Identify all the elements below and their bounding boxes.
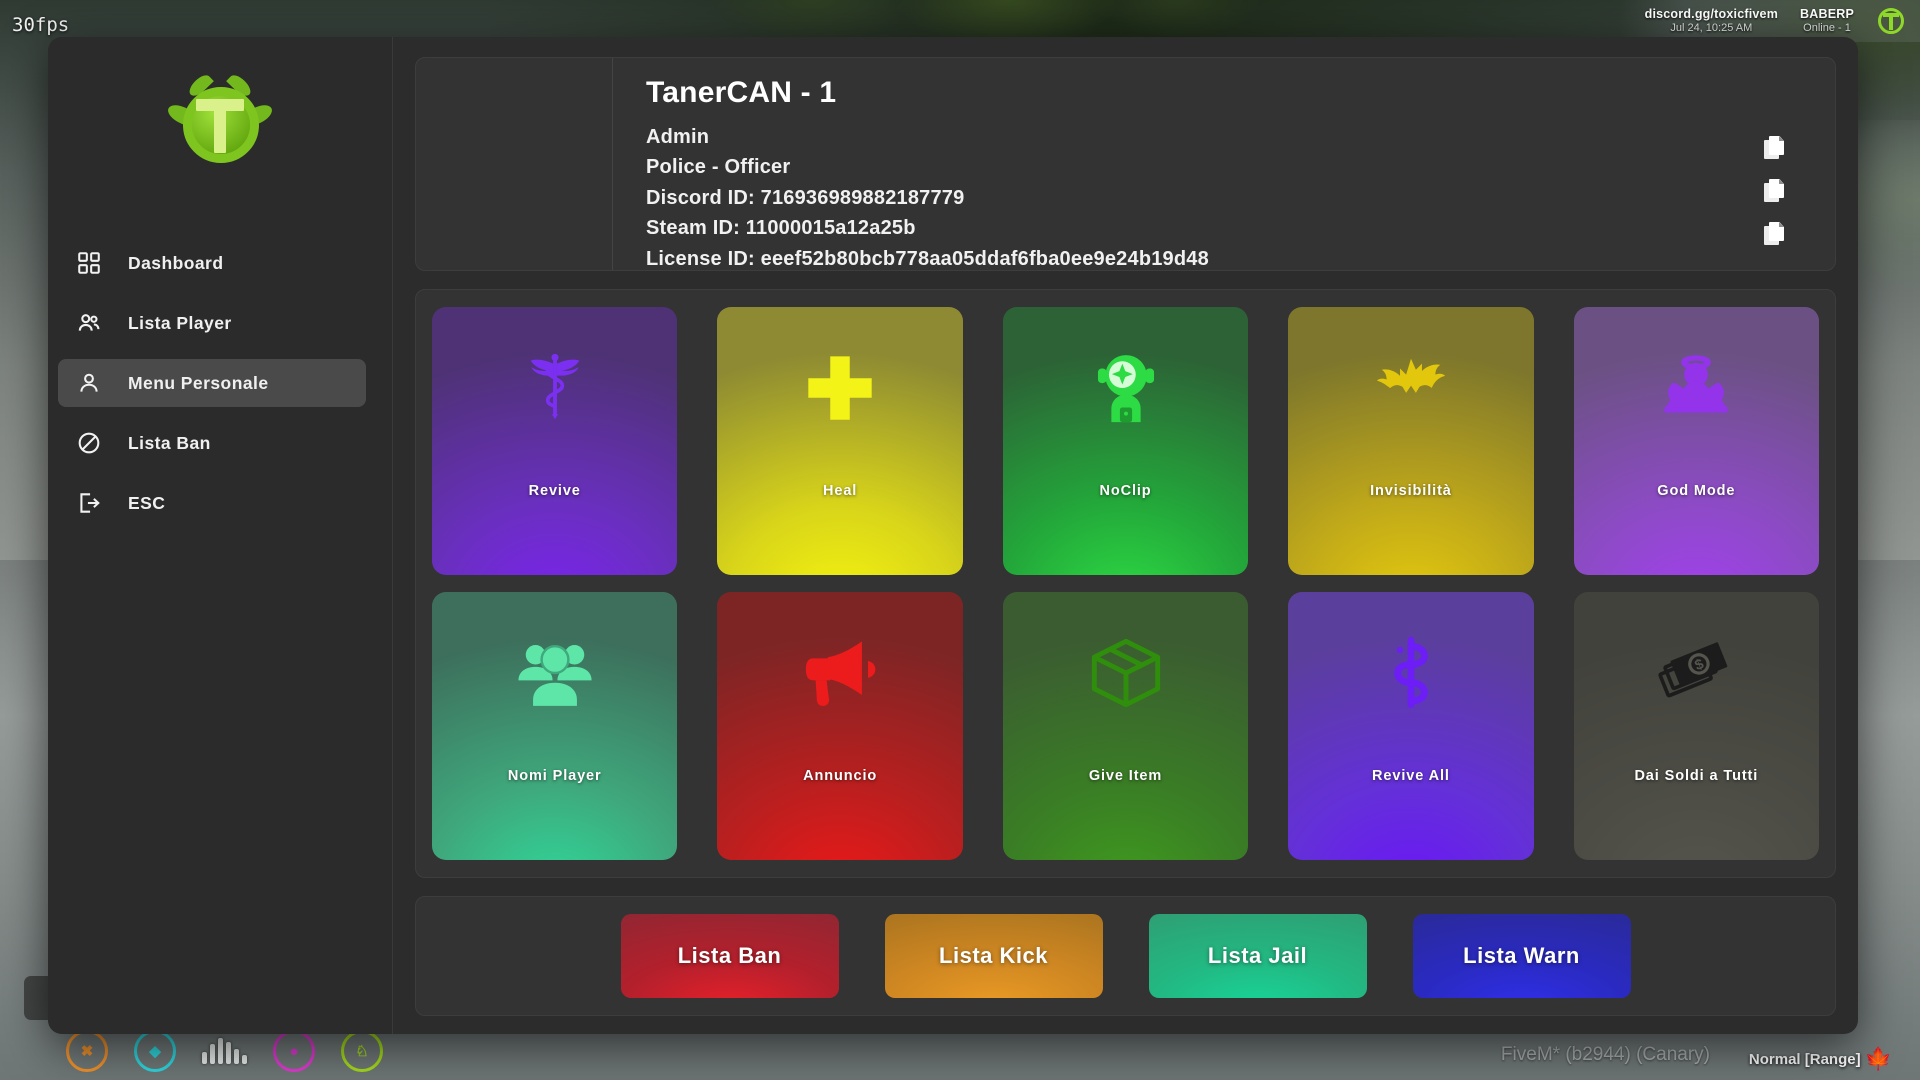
logout-icon [76, 490, 102, 516]
player-name: TanerCAN - 1 [646, 76, 1715, 110]
sidebar-item-label: Menu Personale [128, 373, 269, 394]
angel-icon [1657, 329, 1735, 447]
astronaut-icon [1087, 329, 1165, 447]
stamina-status-icon: ● [273, 1030, 315, 1072]
sidebar-item-esc[interactable]: ESC [58, 479, 366, 527]
voice-range-label: Normal [Range] [1749, 1051, 1861, 1068]
tile-row: Revive Heal NoClip [432, 307, 1819, 575]
tile-label: Dai Soldi a Tutti [1574, 768, 1819, 784]
toxic-t-logo-icon [1876, 6, 1906, 36]
voice-indicator-icon [202, 1038, 247, 1064]
voice-range-indicator: Normal [Range] 🍁 [1749, 1046, 1892, 1072]
copy-license-id-button[interactable] [1764, 222, 1786, 248]
sidebar-item-lista-player[interactable]: Lista Player [58, 299, 366, 347]
thirst-status-icon: ◆ [134, 1030, 176, 1072]
copy-discord-id-button[interactable] [1764, 136, 1786, 162]
ban-icon [76, 430, 102, 456]
lista-jail-button[interactable]: Lista Jail [1149, 914, 1367, 998]
tile-revive-all[interactable]: Revive All [1288, 592, 1533, 860]
tile-give-item[interactable]: Give Item [1003, 592, 1248, 860]
server-online-count: Online - 1 [1803, 22, 1851, 35]
copy-steam-id-button[interactable] [1764, 179, 1786, 205]
profile-details: TanerCAN - 1 Admin Police - Officer Disc… [613, 58, 1715, 270]
tile-revive[interactable]: Revive [432, 307, 677, 575]
hunger-status-icon: ✖ [66, 1030, 108, 1072]
lista-ban-button[interactable]: Lista Ban [621, 914, 839, 998]
tile-label: Nomi Player [432, 768, 677, 784]
sidebar: Dashboard Lista Player Menu Personale [48, 37, 393, 1034]
tile-label: Revive All [1288, 768, 1533, 784]
button-label: Lista Kick [939, 943, 1048, 969]
game-screen: 30fps discord.gg/toxicfivem Jul 24, 10:2… [0, 0, 1920, 1080]
grid-icon [76, 250, 102, 276]
hud-status-icons: ✖ ◆ ● ♘ [66, 1030, 383, 1072]
tile-label: Give Item [1003, 768, 1248, 784]
action-tiles-grid: Revive Heal NoClip [415, 289, 1836, 878]
lista-warn-button[interactable]: Lista Warn [1413, 914, 1631, 998]
player-discord-id: Discord ID: 716936989882187779 [646, 183, 1715, 213]
tile-label: Annuncio [717, 768, 962, 784]
toxic-t-logo-icon [161, 73, 279, 179]
tile-god-mode[interactable]: God Mode [1574, 307, 1819, 575]
button-label: Lista Warn [1463, 943, 1580, 969]
money-icon: $ [1657, 614, 1735, 732]
tile-label: God Mode [1574, 483, 1819, 499]
fivem-version: FiveM* (b2944) (Canary) [1501, 1044, 1710, 1066]
hud-top-bar: discord.gg/toxicfivem Jul 24, 10:25 AM B… [1619, 0, 1920, 42]
player-steam-id: Steam ID: 11000015a12a25b [646, 213, 1715, 243]
panel-content: TanerCAN - 1 Admin Police - Officer Disc… [393, 37, 1858, 1034]
avatar [416, 58, 613, 270]
discord-info: discord.gg/toxicfivem Jul 24, 10:25 AM [1645, 7, 1778, 34]
tile-label: Revive [432, 483, 677, 499]
lista-kick-button[interactable]: Lista Kick [885, 914, 1103, 998]
sidebar-nav: Dashboard Lista Player Menu Personale [48, 215, 392, 527]
bat-icon [1372, 329, 1450, 447]
box-icon [1087, 614, 1165, 732]
asclepius-icon [1372, 614, 1450, 732]
tile-nomi-player[interactable]: Nomi Player [432, 592, 677, 860]
sidebar-item-dashboard[interactable]: Dashboard [58, 239, 366, 287]
tile-label: NoClip [1003, 483, 1248, 499]
tile-row: Nomi Player Annuncio Give Item [432, 592, 1819, 860]
sidebar-item-label: Dashboard [128, 253, 223, 274]
sidebar-item-label: Lista Ban [128, 433, 211, 454]
tile-dai-soldi-a-tutti[interactable]: $ Dai Soldi a Tutti [1574, 592, 1819, 860]
caduceus-icon [516, 329, 594, 447]
profile-card: TanerCAN - 1 Admin Police - Officer Disc… [415, 57, 1836, 271]
tile-label: Invisibilità [1288, 483, 1533, 499]
server-name: BABERP [1800, 7, 1854, 21]
player-license-id: License ID: eeef52b80bcb778aa05ddaf6fba0… [646, 244, 1715, 274]
tile-annuncio[interactable]: Annuncio [717, 592, 962, 860]
megaphone-icon [801, 614, 879, 732]
stress-status-icon: ♘ [341, 1030, 383, 1072]
sidebar-item-lista-ban[interactable]: Lista Ban [58, 419, 366, 467]
list-actions-bar: Lista Ban Lista Kick Lista Jail Lista Wa… [415, 896, 1836, 1016]
users-icon [76, 310, 102, 336]
tile-noclip[interactable]: NoClip [1003, 307, 1248, 575]
tile-invisibilita[interactable]: Invisibilità [1288, 307, 1533, 575]
user-icon [76, 370, 102, 396]
player-job: Police - Officer [646, 152, 1715, 182]
button-label: Lista Ban [678, 943, 782, 969]
sidebar-item-label: ESC [128, 493, 165, 514]
ingame-time: Jul 24, 10:25 AM [1670, 22, 1752, 35]
discord-url: discord.gg/toxicfivem [1645, 7, 1778, 21]
sidebar-item-label: Lista Player [128, 313, 232, 334]
sidebar-item-menu-personale[interactable]: Menu Personale [58, 359, 366, 407]
tile-label: Heal [717, 483, 962, 499]
button-label: Lista Jail [1208, 943, 1307, 969]
tile-heal[interactable]: Heal [717, 307, 962, 575]
admin-panel: Dashboard Lista Player Menu Personale [48, 37, 1858, 1034]
server-info: BABERP Online - 1 [1800, 7, 1854, 34]
copy-buttons [1715, 58, 1835, 270]
fps-counter: 30fps [12, 14, 69, 36]
maple-leaf-icon: 🍁 [1865, 1046, 1892, 1072]
player-rank: Admin [646, 122, 1715, 152]
sidebar-logo [48, 37, 392, 215]
plus-cross-icon [801, 329, 879, 447]
people-group-icon [516, 614, 594, 732]
